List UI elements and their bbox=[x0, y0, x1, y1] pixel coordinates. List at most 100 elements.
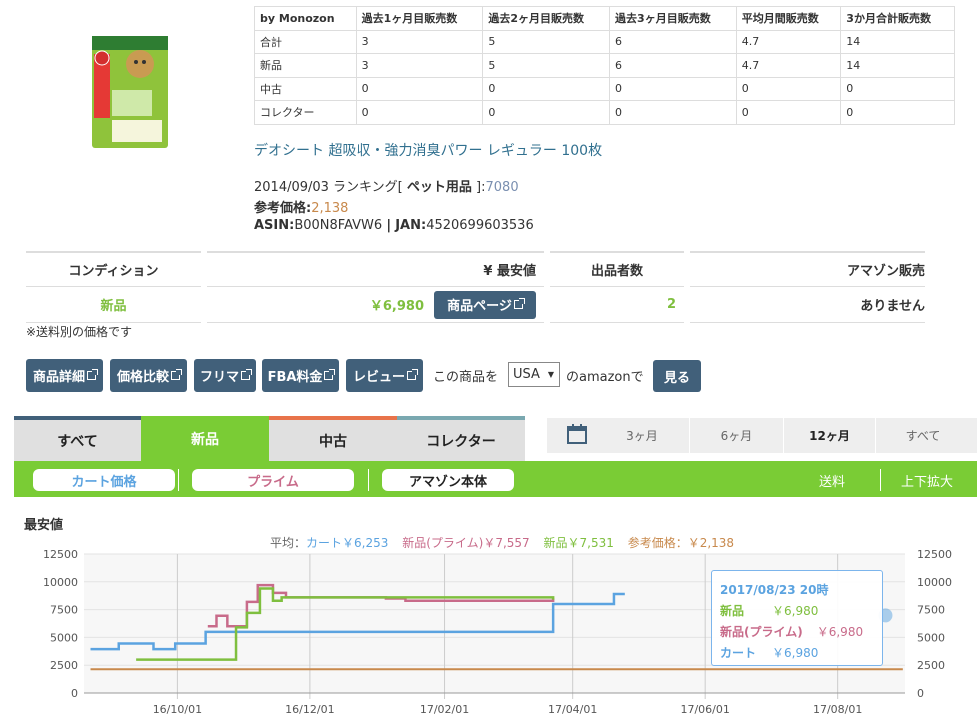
product-title-link[interactable]: デオシート 超吸収・強力消臭パワー レギュラー 100枚 bbox=[254, 140, 602, 160]
tab-new[interactable]: 新品 bbox=[141, 416, 269, 461]
sales-cell: 3 bbox=[355, 29, 484, 54]
ref-price-label: 参考価格: bbox=[254, 201, 312, 216]
sales-header-cell: 過去3ヶ月目販売数 bbox=[609, 6, 737, 31]
divider bbox=[368, 469, 369, 491]
price-compare-button[interactable]: 価格比較 bbox=[110, 359, 187, 392]
tooltip-new-row: 新品 ￥6,980 bbox=[720, 600, 874, 621]
sales-cell: 中古 bbox=[254, 76, 357, 101]
sales-cell: 0 bbox=[609, 100, 737, 125]
sales-header-cell: by Monozon bbox=[254, 6, 357, 31]
asin-line: ASIN:B00N8FAVW6 | JAN:4520699603536 bbox=[254, 218, 534, 233]
ref-price-value: 2,138 bbox=[311, 201, 349, 216]
sales-cell: 0 bbox=[482, 76, 611, 101]
external-link-icon bbox=[513, 298, 525, 309]
condition-value: 新品 bbox=[26, 287, 201, 323]
tab-all[interactable]: すべて bbox=[14, 416, 141, 461]
tooltip-cart-row: カート ￥6,980 bbox=[720, 642, 874, 663]
period-all[interactable]: すべて bbox=[875, 418, 970, 453]
shipping-note: ※送料別の価格です bbox=[26, 325, 133, 339]
sales-header-cell: 3か月合計販売数 bbox=[840, 6, 955, 31]
ranking-close: ]: bbox=[476, 180, 486, 195]
y-tick-label: 2500 bbox=[50, 659, 78, 672]
x-tick-label: 17/08/01 bbox=[813, 703, 862, 716]
sales-cell: 新品 bbox=[254, 53, 357, 78]
sales-header-cell: 平均月間販売数 bbox=[735, 6, 842, 31]
divider: | bbox=[386, 218, 392, 233]
table-row: 合計 3 5 6 4.7 14 bbox=[254, 29, 955, 54]
external-link-icon bbox=[407, 369, 418, 380]
fba-fee-button[interactable]: FBA料金 bbox=[262, 359, 339, 392]
ranking-category: ペット用品 bbox=[406, 180, 472, 195]
condition-table-header: コンディション ¥ 最安値 出品者数 アマゾン販売 bbox=[26, 251, 925, 287]
button-label: フリマ bbox=[199, 370, 239, 385]
jan-value: 4520699603536 bbox=[426, 218, 534, 233]
button-label: 商品詳細 bbox=[32, 370, 85, 385]
sales-cell: 0 bbox=[609, 76, 737, 101]
condition-header: コンディション bbox=[26, 251, 201, 287]
tooltip-date: 2017/08/23 20時 bbox=[720, 583, 829, 597]
divider bbox=[880, 469, 881, 491]
sales-cell: 6 bbox=[609, 29, 737, 54]
tab-collector[interactable]: コレクター bbox=[397, 416, 525, 461]
vertical-zoom-toggle[interactable]: 上下拡大 bbox=[901, 469, 953, 491]
period-6-months[interactable]: 6ヶ月 bbox=[689, 418, 783, 453]
button-label: FBA料金 bbox=[267, 370, 323, 385]
lowest-price-header: ¥ 最安値 bbox=[207, 251, 544, 287]
review-button[interactable]: レビュー bbox=[346, 359, 423, 392]
shipping-toggle[interactable]: 送料 bbox=[819, 469, 845, 491]
external-link-icon bbox=[171, 369, 182, 380]
prime-toggle[interactable]: プライム bbox=[192, 469, 354, 491]
sales-cell: 6 bbox=[609, 53, 737, 78]
divider bbox=[178, 469, 179, 491]
period-3-months[interactable]: 3ヶ月 bbox=[595, 418, 689, 453]
asin-value: B00N8FAVW6 bbox=[294, 218, 383, 233]
lowest-price-cell: ￥6,980 商品ページ bbox=[207, 287, 544, 323]
asin-label: ASIN: bbox=[254, 218, 295, 233]
y-tick-label-right: 12500 bbox=[917, 548, 952, 561]
country-select[interactable]: USA ▼ bbox=[508, 362, 560, 387]
amazon-sale-value: ありません bbox=[690, 287, 925, 323]
tab-used[interactable]: 中古 bbox=[269, 416, 397, 461]
product-detail-button[interactable]: 商品詳細 bbox=[26, 359, 103, 392]
filter-bar: カート価格 プライム アマゾン本体 送料 上下拡大 bbox=[14, 461, 977, 497]
sales-cell: 3 bbox=[355, 53, 484, 78]
table-row: 中古 0 0 0 0 0 bbox=[254, 76, 955, 101]
amazon-prefix-text: この商品を bbox=[433, 370, 499, 385]
external-link-icon bbox=[241, 369, 252, 380]
sales-cell: 0 bbox=[735, 100, 842, 125]
sales-cell: 4.7 bbox=[735, 53, 842, 78]
y-tick-label: 0 bbox=[71, 687, 78, 700]
table-row: コレクター 0 0 0 0 0 bbox=[254, 100, 955, 125]
sales-cell: 14 bbox=[840, 53, 955, 78]
sales-header-cell: 過去1ヶ月目販売数 bbox=[355, 6, 484, 31]
cart-price-toggle[interactable]: カート価格 bbox=[33, 469, 175, 491]
amazon-itself-toggle[interactable]: アマゾン本体 bbox=[382, 469, 514, 491]
product-page-button[interactable]: 商品ページ bbox=[434, 290, 536, 319]
y-tick-label-right: 5000 bbox=[917, 631, 945, 644]
tooltip-prime-value: ￥6,980 bbox=[816, 625, 864, 639]
chevron-down-icon: ▼ bbox=[547, 370, 554, 379]
period-12-months[interactable]: 12ヶ月 bbox=[783, 418, 875, 453]
lowest-price-value: ￥6,980 bbox=[369, 299, 424, 314]
tooltip-new-label: 新品 bbox=[720, 604, 745, 618]
tooltip-cart-value: ￥6,980 bbox=[772, 646, 819, 660]
y-tick-label-right: 2500 bbox=[917, 659, 945, 672]
ranking-line: 2014/09/03 ランキング[ ペット用品 ]:7080 bbox=[254, 176, 519, 195]
y-tick-label-right: 10000 bbox=[917, 576, 952, 589]
view-button[interactable]: 見る bbox=[653, 360, 701, 392]
chart-tooltip: 2017/08/23 20時 新品 ￥6,980 新品(プライム) ￥6,980 カ… bbox=[711, 570, 883, 666]
button-label: 価格比較 bbox=[116, 370, 169, 385]
amazon-suffix-text: のamazonで bbox=[566, 370, 644, 385]
product-image[interactable] bbox=[88, 30, 172, 152]
jan-label: JAN: bbox=[395, 218, 427, 233]
ref-price-line: 参考価格:2,138 bbox=[254, 197, 348, 216]
calendar-icon bbox=[567, 424, 587, 444]
ranking-value: 7080 bbox=[485, 180, 519, 195]
sales-cell: コレクター bbox=[254, 100, 357, 125]
sales-cell: 0 bbox=[482, 100, 611, 125]
amazon-sale-header: アマゾン販売 bbox=[690, 251, 925, 287]
sales-cell: 5 bbox=[482, 53, 611, 78]
flea-market-button[interactable]: フリマ bbox=[194, 359, 256, 392]
tooltip-new-value: ￥6,980 bbox=[772, 604, 819, 618]
sales-cell: 0 bbox=[840, 100, 955, 125]
